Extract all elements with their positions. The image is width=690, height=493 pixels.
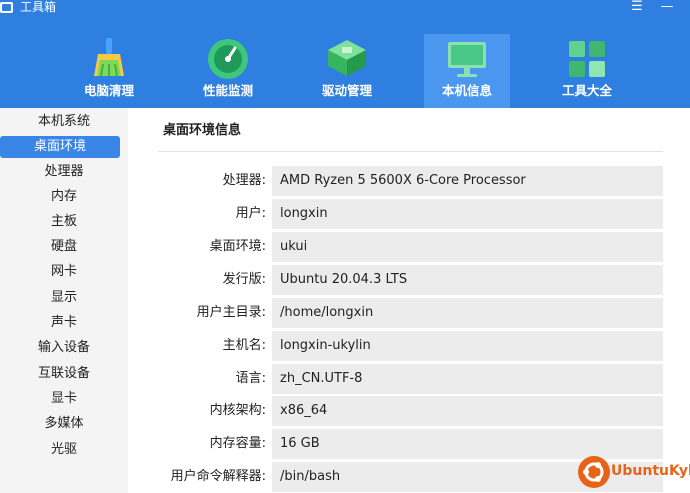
info-key: 内存容量: [209, 436, 266, 451]
info-value: Ubuntu 20.04.3 LTS [272, 265, 663, 295]
sidebar-item-disk[interactable]: 硬盘 [0, 236, 128, 258]
info-value: zh_CN.UTF-8 [272, 364, 663, 394]
tab-label: 工具大全 [561, 83, 612, 98]
ubuntu-logo-icon [578, 456, 610, 488]
toolbox-app-icon [0, 2, 13, 13]
info-value: longxin [272, 199, 663, 229]
sidebar-item-multimedia[interactable]: 多媒体 [0, 413, 128, 435]
sidebar-item-connected-devices[interactable]: 互联设备 [0, 363, 128, 385]
info-value: AMD Ryzen 5 5600X 6-Core Processor [272, 166, 663, 196]
info-key: 处理器: [222, 173, 266, 188]
app-title: 工具箱 [20, 0, 57, 14]
sidebar-item-sound-card[interactable]: 声卡 [0, 312, 128, 334]
sidebar-item-input-devices[interactable]: 输入设备 [0, 337, 128, 359]
title-bar: 工具箱 ☰ — [0, 0, 690, 18]
info-value: ukui [272, 232, 663, 262]
info-key: 发行版: [222, 272, 266, 287]
info-row-hostname: 主机名: longxin-ukylin [158, 331, 663, 361]
sidebar-item-processor[interactable]: 处理器 [0, 161, 128, 183]
info-value: /home/longxin [272, 298, 663, 328]
sidebar-item-motherboard[interactable]: 主板 [0, 211, 128, 233]
minimize-button[interactable]: — [658, 0, 676, 16]
info-key: 语言: [235, 371, 266, 386]
info-key: 用户命令解释器: [170, 469, 266, 484]
tab-driver-management[interactable]: 驱动管理 [304, 34, 390, 108]
sidebar-item-memory[interactable]: 内存 [0, 186, 128, 208]
tab-label: 本机信息 [441, 83, 492, 98]
info-value: x86_64 [272, 396, 663, 426]
main-content: 桌面环境信息 处理器: AMD Ryzen 5 5600X 6-Core Pro… [128, 108, 690, 493]
brand-text: UbuntuKylin [611, 463, 690, 479]
info-row-desktop-env: 桌面环境: ukui [158, 232, 663, 262]
chip-icon [328, 40, 366, 76]
info-key: 用户主目录: [196, 305, 266, 320]
sidebar-item-optical-drive[interactable]: 光驱 [0, 439, 128, 461]
gauge-icon [208, 39, 248, 79]
tab-label: 驱动管理 [321, 83, 372, 98]
monitor-icon [448, 42, 486, 77]
info-row-kernel-arch: 内核架构: x86_64 [158, 396, 663, 426]
sidebar: 本机系统 桌面环境 处理器 内存 主板 硬盘 网卡 显示 声卡 输入设备 互联设… [0, 108, 128, 493]
info-key: 内核架构: [209, 403, 266, 418]
info-key: 桌面环境: [209, 239, 266, 254]
info-key: 用户: [235, 206, 266, 221]
info-row-user: 用户: longxin [158, 199, 663, 229]
sidebar-item-network-card[interactable]: 网卡 [0, 261, 128, 283]
broom-icon [94, 38, 124, 77]
tab-label: 电脑清理 [83, 83, 134, 98]
info-row-distribution: 发行版: Ubuntu 20.04.3 LTS [158, 265, 663, 295]
sidebar-item-display[interactable]: 显示 [0, 287, 128, 309]
menu-button[interactable]: ☰ [628, 0, 646, 16]
divider [158, 151, 663, 152]
apps-grid-icon [569, 41, 605, 77]
ubuntukylin-watermark: UbuntuKylin [577, 455, 690, 489]
tab-computer-cleanup[interactable]: 电脑清理 [66, 34, 152, 108]
header-bar: 工具箱 ☰ — 电脑清理 性能监测 驱动管理 本机信息 工具大全 [0, 0, 690, 108]
sidebar-item-graphics-card[interactable]: 显卡 [0, 388, 128, 410]
tab-local-info[interactable]: 本机信息 [424, 34, 510, 108]
info-row-home-dir: 用户主目录: /home/longxin [158, 298, 663, 328]
sidebar-item-desktop-env[interactable]: 桌面环境 [0, 136, 120, 158]
tab-performance-monitor[interactable]: 性能监测 [185, 34, 271, 108]
section-title: 桌面环境信息 [163, 123, 242, 138]
info-key: 主机名: [222, 338, 266, 353]
info-row-processor: 处理器: AMD Ryzen 5 5600X 6-Core Processor [158, 166, 663, 196]
sidebar-item-system[interactable]: 本机系统 [0, 111, 128, 133]
info-value: longxin-ukylin [272, 331, 663, 361]
tab-label: 性能监测 [202, 83, 253, 98]
tab-all-tools[interactable]: 工具大全 [544, 34, 630, 108]
info-row-language: 语言: zh_CN.UTF-8 [158, 364, 663, 394]
